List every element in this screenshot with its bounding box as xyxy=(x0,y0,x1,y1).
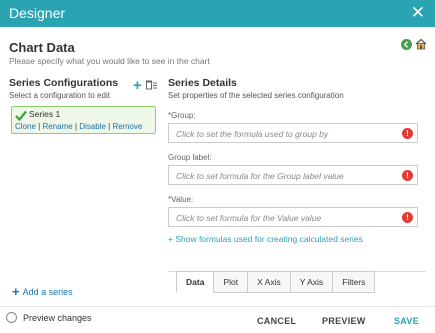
detail-tabs: Data Plot X Axis Y Axis Filters xyxy=(176,271,376,293)
value-label: *Value: xyxy=(168,195,194,204)
disable-link[interactable]: Disable xyxy=(79,122,106,131)
series-name: Series 1 xyxy=(29,109,61,119)
series-details-title: Series Details xyxy=(168,77,237,89)
error-icon: ! xyxy=(402,212,413,223)
page-subtitle: Please specify what you would like to se… xyxy=(9,56,210,66)
value-formula-field[interactable]: Click to set formula for the Value value… xyxy=(168,207,418,227)
action-separator: | xyxy=(74,122,78,131)
add-series-button[interactable]: + Add a series xyxy=(12,284,73,299)
group-label-formula-placeholder: Click to set formula for the Group label… xyxy=(176,171,344,181)
series-details-subtitle: Set properties of the selected series co… xyxy=(168,91,344,100)
back-arrow-icon[interactable] xyxy=(401,37,412,55)
rename-link[interactable]: Rename xyxy=(42,122,72,131)
clone-link[interactable]: Clone xyxy=(15,122,36,131)
save-button[interactable]: SAVE xyxy=(394,316,419,326)
action-separator: | xyxy=(38,122,41,131)
series-actions: Clone | Rename | Disable | Remove xyxy=(15,122,142,131)
tab-filters[interactable]: Filters xyxy=(333,271,376,293)
radio-circle-icon xyxy=(6,312,17,323)
add-config-icon[interactable]: + xyxy=(133,78,142,93)
value-formula-placeholder: Click to set formula for the Value value xyxy=(176,213,322,223)
error-icon: ! xyxy=(402,128,413,139)
group-formula-field[interactable]: Click to set the formula used to group b… xyxy=(168,123,418,143)
series-config-subtitle: Select a configuration to edit xyxy=(9,91,110,100)
add-series-label: Add a series xyxy=(22,286,73,297)
page-title: Chart Data xyxy=(9,40,75,55)
group-formula-placeholder: Click to set the formula used to group b… xyxy=(176,129,329,139)
close-icon[interactable]: ✕ xyxy=(411,3,425,23)
preview-changes-toggle[interactable]: Preview changes xyxy=(6,312,92,323)
cancel-button[interactable]: CANCEL xyxy=(257,316,296,326)
title-bar: Designer ✕ xyxy=(0,0,435,27)
series-config-toolbar: + xyxy=(133,77,157,95)
tab-data[interactable]: Data xyxy=(176,271,215,293)
plus-icon: + xyxy=(12,284,20,299)
action-separator: | xyxy=(108,122,111,131)
group-label: *Group: xyxy=(168,111,196,120)
preview-changes-label: Preview changes xyxy=(23,312,92,323)
remove-link[interactable]: Remove xyxy=(112,122,142,131)
series-card[interactable]: Series 1 Clone | Rename | Disable | Remo… xyxy=(11,106,156,134)
tab-plot[interactable]: Plot xyxy=(214,271,249,293)
group-label-label: Group label: xyxy=(168,153,212,162)
error-icon: ! xyxy=(402,170,413,181)
preview-button[interactable]: PREVIEW xyxy=(322,316,366,326)
home-icon[interactable] xyxy=(415,37,427,55)
show-calc-formulas-link[interactable]: + Show formulas used for creating calcul… xyxy=(168,234,363,244)
header-nav xyxy=(401,37,427,55)
delete-config-icon[interactable] xyxy=(145,77,157,95)
footer-divider xyxy=(0,306,435,307)
tab-x-axis[interactable]: X Axis xyxy=(248,271,291,293)
tab-y-axis[interactable]: Y Axis xyxy=(290,271,334,293)
window-title: Designer xyxy=(9,5,66,21)
series-config-title: Series Configurations xyxy=(9,77,119,89)
group-label-formula-field[interactable]: Click to set formula for the Group label… xyxy=(168,165,418,185)
